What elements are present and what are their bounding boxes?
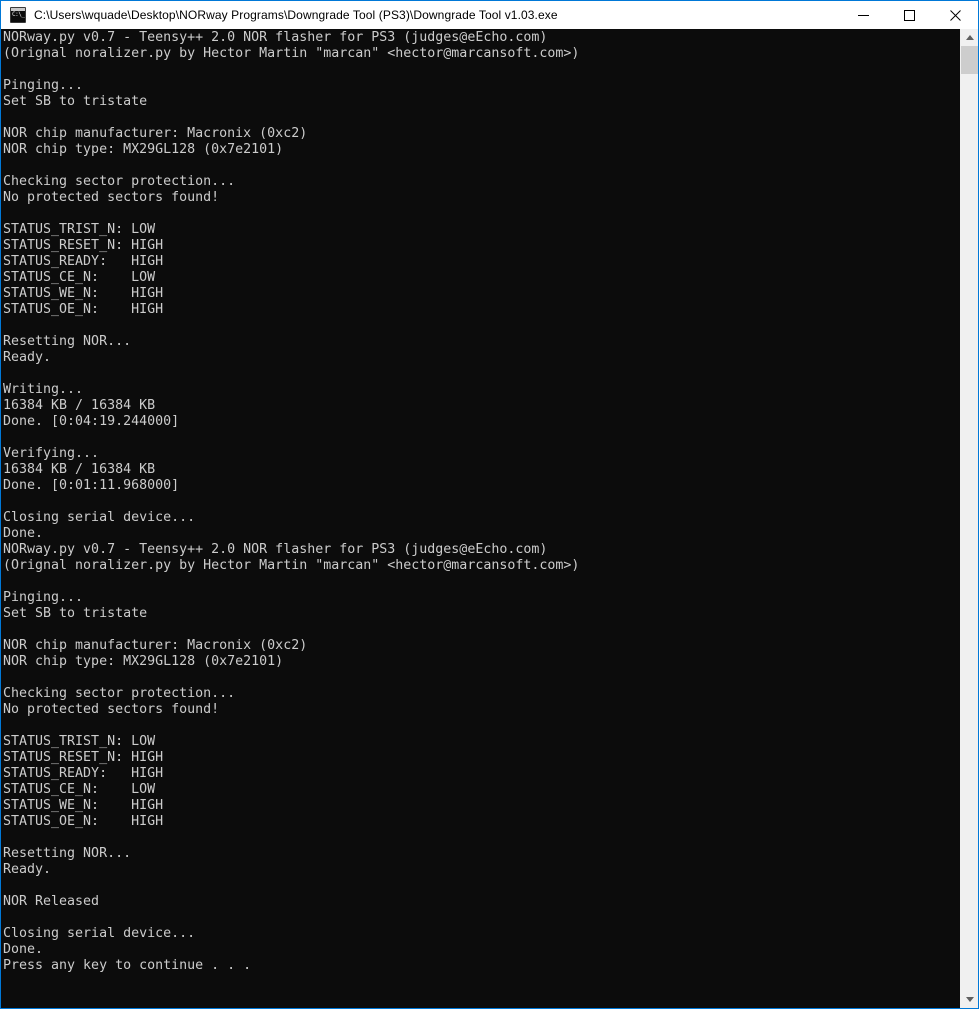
vertical-scrollbar[interactable] [960, 29, 978, 1008]
maximize-icon [903, 9, 915, 21]
console-output[interactable]: NORway.py v0.7 - Teensy++ 2.0 NOR flashe… [1, 29, 960, 1008]
close-icon [949, 9, 961, 21]
scrollbar-thumb[interactable] [961, 46, 978, 74]
scroll-up-button[interactable] [961, 29, 978, 46]
window-title: C:\Users\wquade\Desktop\NORway Programs\… [34, 8, 558, 22]
chevron-down-icon [965, 997, 974, 1002]
minimize-button[interactable] [840, 1, 886, 29]
console-window: C:\Users\wquade\Desktop\NORway Programs\… [0, 0, 979, 1009]
minimize-icon [857, 14, 869, 16]
maximize-button[interactable] [886, 1, 932, 29]
scroll-down-button[interactable] [961, 991, 978, 1008]
console-area: NORway.py v0.7 - Teensy++ 2.0 NOR flashe… [1, 29, 978, 1008]
close-button[interactable] [932, 1, 978, 29]
scrollbar-track[interactable] [961, 46, 978, 991]
chevron-up-icon [965, 35, 974, 40]
title-bar[interactable]: C:\Users\wquade\Desktop\NORway Programs\… [1, 1, 978, 29]
caption-buttons [840, 1, 978, 29]
console-cmd-icon [10, 7, 26, 23]
